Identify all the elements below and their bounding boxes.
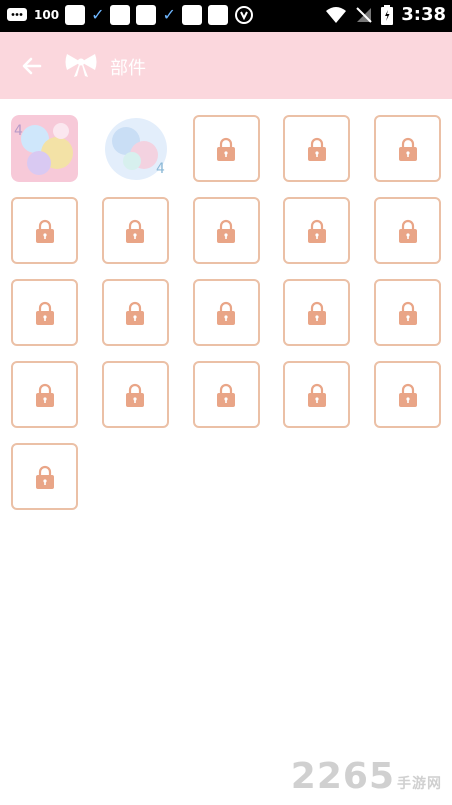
svg-text:4: 4 bbox=[156, 161, 165, 177]
part-item-locked[interactable] bbox=[374, 197, 441, 264]
lock-icon bbox=[307, 219, 326, 243]
part-item-locked[interactable] bbox=[192, 197, 260, 264]
lock-icon bbox=[35, 465, 54, 489]
lock-icon bbox=[126, 383, 145, 407]
page-title: 部件 bbox=[110, 58, 146, 79]
check-icon: ✓ bbox=[162, 5, 176, 24]
part-item-locked[interactable] bbox=[101, 197, 169, 264]
system-icons: 3:38 bbox=[325, 4, 446, 25]
lock-icon bbox=[35, 301, 54, 325]
lock-icon bbox=[307, 137, 326, 161]
part-item-locked[interactable] bbox=[283, 197, 351, 264]
notification-app-icon bbox=[181, 5, 202, 25]
part-item-locked[interactable] bbox=[192, 361, 260, 428]
part-item-locked[interactable] bbox=[283, 361, 351, 428]
lock-icon bbox=[307, 301, 326, 325]
lock-icon bbox=[126, 301, 145, 325]
notification-app-icon bbox=[207, 5, 228, 25]
part-item-locked[interactable] bbox=[11, 443, 78, 510]
part-item-unlocked[interactable]: 4 bbox=[11, 115, 78, 182]
status-left-text: 100 bbox=[34, 8, 60, 22]
notification-icons: 100 ✓ ✓ bbox=[6, 5, 254, 25]
part-item-locked[interactable] bbox=[374, 115, 441, 182]
part-item-locked[interactable] bbox=[283, 115, 351, 182]
part-item-unlocked[interactable]: 4 bbox=[102, 115, 169, 182]
clock: 3:38 bbox=[401, 4, 446, 25]
watermark-suffix: 手游网 bbox=[397, 776, 442, 792]
battery-icon bbox=[381, 4, 394, 25]
lock-icon bbox=[398, 383, 417, 407]
svg-text:4: 4 bbox=[14, 123, 23, 139]
lock-icon bbox=[398, 137, 417, 161]
part-thumbnail: 4 bbox=[11, 115, 78, 182]
arrow-left-icon[interactable] bbox=[18, 52, 46, 80]
notification-app-icon bbox=[110, 5, 131, 25]
lock-icon bbox=[35, 383, 54, 407]
wifi-icon bbox=[326, 6, 347, 23]
watermark-number: 2265 bbox=[290, 756, 395, 797]
notification-app-icon bbox=[136, 5, 157, 25]
status-bar: 100 ✓ ✓ 3:38 bbox=[0, 0, 452, 32]
lock-icon bbox=[217, 383, 235, 407]
shield-icon bbox=[234, 6, 253, 24]
lock-icon bbox=[217, 301, 235, 325]
part-item-locked[interactable] bbox=[192, 115, 260, 182]
lock-icon bbox=[217, 137, 235, 161]
part-item-locked[interactable] bbox=[101, 361, 169, 428]
part-item-locked[interactable] bbox=[374, 279, 441, 346]
lock-icon bbox=[35, 219, 54, 243]
lock-icon bbox=[307, 383, 326, 407]
watermark: 2265 手游网 bbox=[291, 756, 442, 797]
lock-icon bbox=[217, 219, 235, 243]
check-icon: ✓ bbox=[91, 5, 105, 24]
lock-icon bbox=[398, 301, 417, 325]
part-item-locked[interactable] bbox=[11, 361, 78, 428]
lock-icon bbox=[398, 219, 417, 243]
part-item-locked[interactable] bbox=[11, 279, 78, 346]
part-item-locked[interactable] bbox=[11, 197, 78, 264]
part-item-locked[interactable] bbox=[192, 279, 260, 346]
part-item-locked[interactable] bbox=[283, 279, 351, 346]
signal-off-icon bbox=[356, 6, 372, 23]
part-item-locked[interactable] bbox=[374, 361, 441, 428]
part-item-locked[interactable] bbox=[101, 279, 169, 346]
part-thumbnail: 4 bbox=[104, 118, 167, 180]
message-icon bbox=[7, 8, 27, 21]
bow-icon bbox=[65, 54, 97, 77]
top-app-bar: 部件 bbox=[0, 32, 452, 99]
parts-grid: 4 4 bbox=[11, 115, 441, 510]
lock-icon bbox=[126, 219, 145, 243]
notification-app-icon bbox=[65, 5, 86, 25]
